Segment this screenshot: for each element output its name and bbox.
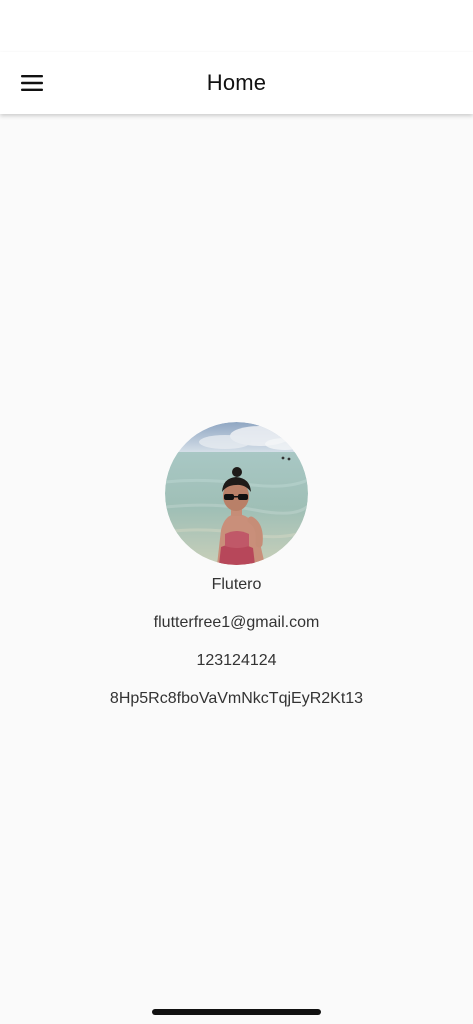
status-bar (0, 0, 473, 52)
user-phone: 123124124 (196, 652, 277, 669)
user-id: 8Hp5Rc8fboVaVmNkcTqjEyR2Kt13 (109, 690, 364, 707)
profile-section: Flutero flutterfree1@gmail.com 123124124… (0, 422, 473, 709)
home-indicator (152, 1009, 321, 1015)
avatar (165, 422, 308, 565)
user-email: flutterfree1@gmail.com (153, 614, 320, 631)
main-content: Flutero flutterfree1@gmail.com 123124124… (0, 114, 473, 1024)
user-name: Flutero (211, 576, 262, 593)
app-bar: Home (0, 52, 473, 114)
page-title: Home (206, 70, 267, 95)
